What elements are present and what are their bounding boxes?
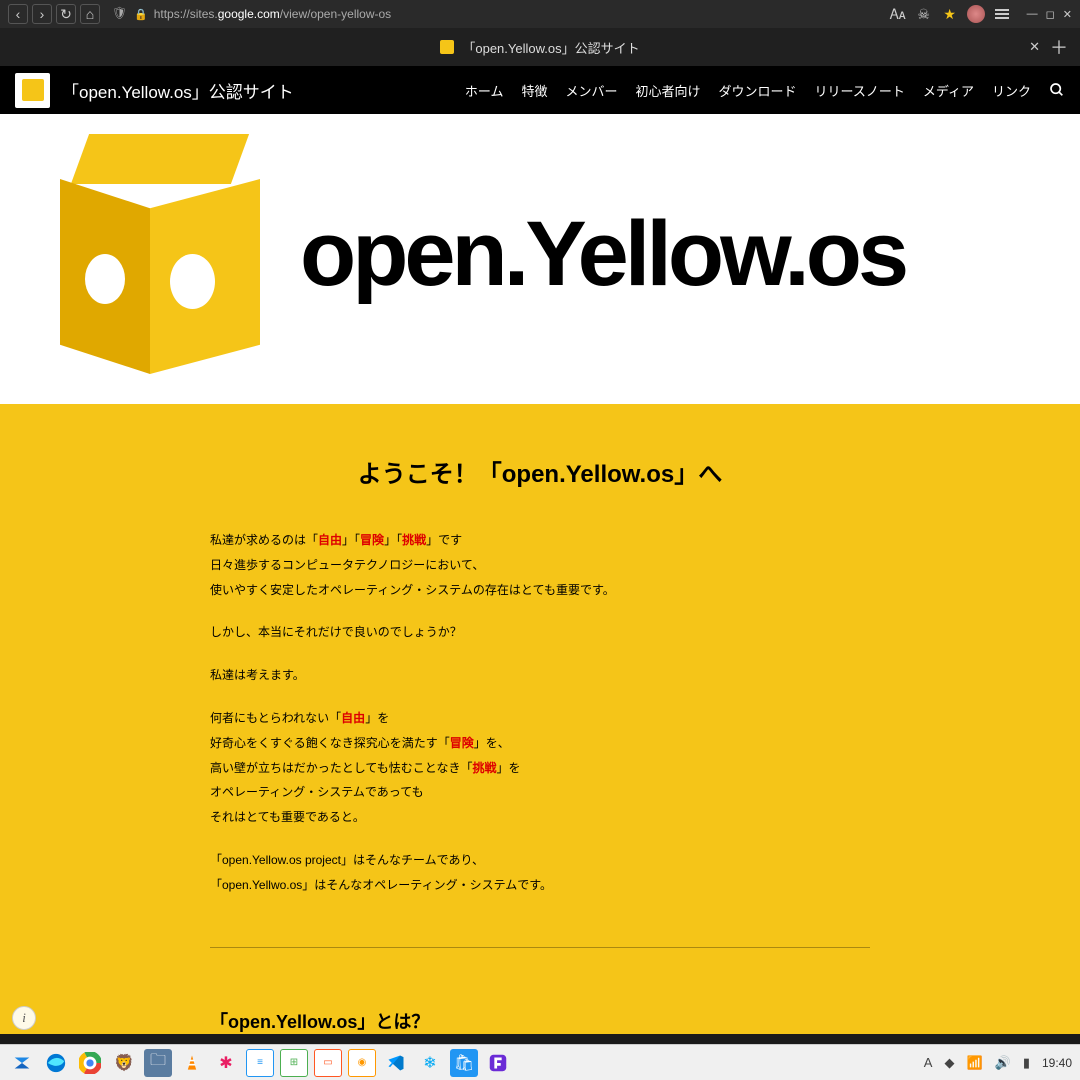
forward-button[interactable]: › [32,4,52,24]
about-title: 「open.Yellow.os」とは？ [210,1008,870,1034]
lang-indicator[interactable]: A [924,1055,933,1070]
network-icon[interactable]: 📶 [966,1055,982,1071]
page-content[interactable]: open.Yellow.os ようこそ！「open.Yellow.os」へ 私達… [0,114,1080,1034]
search-icon[interactable] [1049,82,1065,98]
tab-close-icon[interactable]: ✕ [1029,39,1040,55]
hero-brand-text: open.Yellow.os [300,202,905,307]
volume-icon[interactable]: 🔊 [995,1055,1011,1071]
zorin-menu-icon[interactable] [8,1049,36,1077]
browser-tab[interactable]: 「open.Yellow.os」公認サイト [440,38,639,57]
about-section: 「open.Yellow.os」とは？ 「open.Yellow.os」を発足し… [0,968,1080,1034]
window-minimize-icon[interactable]: — [1027,8,1038,21]
shield-icon: 🛡 [112,6,128,22]
welcome-section: ようこそ！「open.Yellow.os」へ 私達が求めるのは「自由」「冒険」「… [0,404,1080,968]
calc-icon[interactable]: ⊞ [280,1049,308,1077]
floorp-icon[interactable] [484,1049,512,1077]
menu-burger-icon[interactable] [993,5,1011,23]
new-tab-button[interactable]: ＋ [1050,34,1068,60]
nav-link-download[interactable]: ダウンロード [719,81,797,100]
app-icon-2[interactable]: ✱ [212,1049,240,1077]
store-icon[interactable]: 🛍 [450,1049,478,1077]
translate-icon[interactable]: 🗛 [889,5,907,23]
tab-favicon-icon [440,40,454,54]
back-button[interactable]: ‹ [8,4,28,24]
battery-icon[interactable]: ▮ [1023,1055,1030,1071]
tab-title: 「open.Yellow.os」公認サイト [462,38,639,57]
nav-link-beginners[interactable]: 初心者向け [636,81,701,100]
taskbar: 🦁 🗀 ✱ ≡ ⊞ ▭ ◉ ❄ 🛍 A ◆ 📶 🔊 ▮ 19:40 [0,1044,1080,1080]
extension-icon[interactable]: ☠ [915,5,933,23]
hero-logo-icon [60,134,260,374]
vscode-icon[interactable] [382,1049,410,1077]
hero-banner: open.Yellow.os [0,114,1080,404]
reload-button[interactable]: ↻ [56,4,76,24]
nav-links: ホーム 特徴 メンバー 初心者向け ダウンロード リリースノート メディア リン… [465,81,1065,100]
chrome-icon[interactable] [76,1049,104,1077]
nav-link-features[interactable]: 特徴 [521,81,547,100]
lock-icon: 🔒 [134,8,148,21]
tab-bar: 「open.Yellow.os」公認サイト ✕ ＋ [0,28,1080,66]
nav-link-release-notes[interactable]: リリースノート [815,81,905,100]
info-badge-icon[interactable]: i [12,1006,36,1030]
nav-link-media[interactable]: メディア [923,81,974,100]
app-icon-1[interactable]: 🦁 [110,1049,138,1077]
bookmark-star-icon[interactable]: ★ [941,5,959,23]
site-logo-icon[interactable] [15,73,50,108]
nav-link-home[interactable]: ホーム [465,81,504,100]
url-bar[interactable]: 🛡 🔒 https://sites.google.com/view/open-y… [112,6,885,22]
welcome-title: ようこそ！「open.Yellow.os」へ [0,454,1080,489]
browser-toolbar: ‹ › ↻ ⌂ 🛡 🔒 https://sites.google.com/vie… [0,0,1080,28]
tray-shield-icon[interactable]: ◆ [944,1055,954,1071]
files-icon[interactable]: 🗀 [144,1049,172,1077]
writer-icon[interactable]: ≡ [246,1049,274,1077]
profile-avatar-icon[interactable] [967,5,985,23]
vlc-icon[interactable] [178,1049,206,1077]
clock[interactable]: 19:40 [1042,1056,1072,1070]
welcome-body: 私達が求めるのは「自由」「冒険」「挑戦」です 日々進歩するコンピュータテクノロジ… [210,529,870,897]
app-icon-4[interactable]: ❄ [416,1049,444,1077]
nav-link-members[interactable]: メンバー [565,81,617,100]
url-text: https://sites.google.com/view/open-yello… [154,7,391,21]
nav-link-links[interactable]: リンク [992,81,1031,100]
window-close-icon[interactable]: ✕ [1063,8,1072,21]
site-nav: 「open.Yellow.os」公認サイト ホーム 特徴 メンバー 初心者向け … [0,66,1080,114]
impress-icon[interactable]: ▭ [314,1049,342,1077]
site-title: 「open.Yellow.os」公認サイト [62,78,294,103]
home-button[interactable]: ⌂ [80,4,100,24]
divider [210,947,870,948]
app-icon-3[interactable]: ◉ [348,1049,376,1077]
edge-icon[interactable] [42,1049,70,1077]
window-maximize-icon[interactable]: ◻ [1046,8,1055,21]
